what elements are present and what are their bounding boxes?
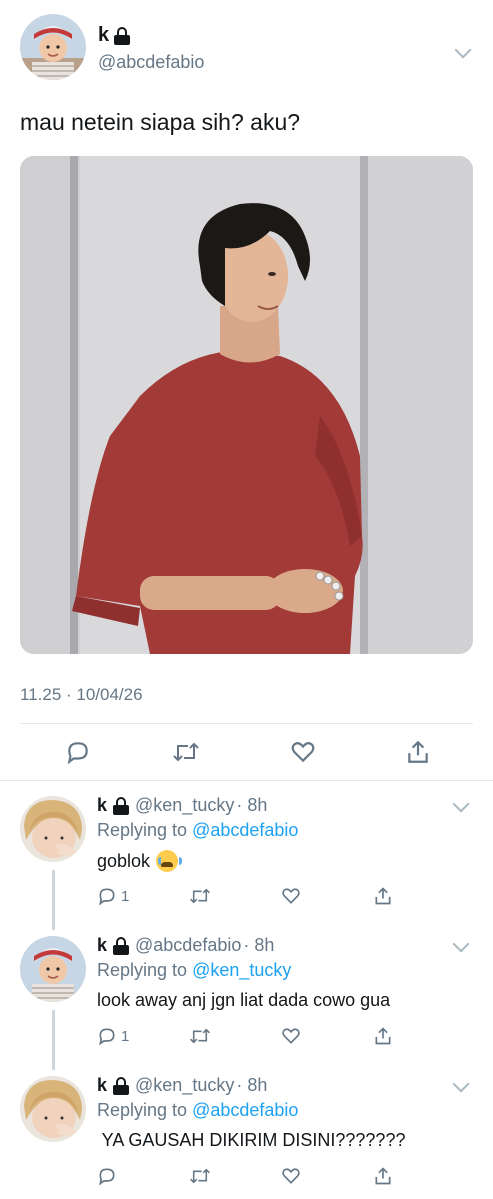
reply-text: goblok (97, 850, 183, 872)
reply-tweet[interactable]: k @ken_tucky · 8h Replying to @abcdefabi… (0, 1075, 493, 1196)
chevron-down-icon[interactable] (454, 41, 472, 59)
reply-actions: 1 (97, 884, 437, 908)
lock-icon (113, 936, 130, 955)
reply-header: k @ken_tucky · 8h (97, 1075, 267, 1096)
reply-icon (99, 888, 115, 906)
lock-icon (113, 796, 130, 815)
share-icon (375, 887, 391, 905)
reply-time: · 8h (236, 795, 268, 815)
reply-header: k @abcdefabio · 8h (97, 935, 274, 956)
divider (0, 780, 493, 781)
share-button[interactable] (373, 884, 393, 908)
loudly-crying-face-emoji (156, 850, 183, 872)
tweet-header: k @abcdefabio (20, 14, 475, 84)
username[interactable]: @ken_tucky (135, 795, 234, 816)
display-name[interactable]: k (97, 1075, 107, 1096)
retweet-icon[interactable] (166, 732, 206, 772)
reply-icon[interactable] (58, 732, 98, 772)
avatar[interactable] (20, 796, 86, 862)
share-button[interactable] (373, 1024, 393, 1048)
reply-text-content: goblok (97, 850, 151, 871)
retweet-icon (190, 1168, 210, 1184)
reply-time: · 8h (243, 935, 275, 955)
like-icon (282, 1028, 300, 1044)
chevron-down-icon[interactable] (452, 795, 470, 813)
reply-count: 1 (121, 887, 130, 905)
retweet-button[interactable] (189, 1024, 211, 1048)
reply-count: 1 (121, 1027, 130, 1045)
reply-tweet[interactable]: k @abcdefabio · 8h Replying to @ken_tuck… (0, 935, 493, 1056)
replying-to-label: Replying to (97, 1100, 188, 1120)
display-name[interactable]: k (97, 935, 107, 956)
reply-button[interactable] (97, 1164, 121, 1188)
like-button[interactable] (281, 884, 301, 908)
replying-to-label: Replying to (97, 820, 188, 840)
share-icon[interactable] (398, 732, 438, 772)
like-icon (282, 1168, 300, 1184)
divider (20, 723, 473, 724)
chevron-down-icon[interactable] (452, 1075, 470, 1093)
reply-button[interactable]: 1 (97, 1024, 129, 1048)
replying-to: Replying to @ken_tucky (97, 960, 291, 981)
retweet-icon (190, 888, 210, 904)
share-icon (375, 1027, 391, 1045)
reply-actions: 1 (97, 1024, 437, 1048)
replying-to: Replying to @abcdefabio (97, 1100, 298, 1121)
replying-to-label: Replying to (97, 960, 188, 980)
chevron-down-icon[interactable] (452, 935, 470, 953)
avatar[interactable] (20, 14, 86, 80)
reply-icon (99, 1168, 115, 1186)
display-name[interactable]: k (98, 24, 131, 47)
avatar[interactable] (20, 1076, 86, 1142)
tweet-timestamp[interactable]: 11.25 · 10/04/26 (20, 685, 143, 705)
reply-text-content: look away anj jgn liat dada cowo gua (97, 990, 391, 1010)
tweet-photo[interactable] (20, 156, 473, 654)
avatar[interactable] (20, 936, 86, 1002)
reply-time: · 8h (236, 1075, 268, 1095)
retweet-button[interactable] (189, 884, 211, 908)
retweet-icon (190, 1028, 210, 1044)
replying-to: Replying to @abcdefabio (97, 820, 298, 841)
reply-tweet[interactable]: k @ken_tucky · 8h Replying to @abcdefabi… (0, 795, 493, 916)
retweet-button[interactable] (189, 1164, 211, 1188)
reply-icon (99, 1028, 115, 1046)
display-name[interactable]: k (97, 795, 107, 816)
tweet-text: mau netein siapa sih? aku? (20, 109, 301, 135)
like-button[interactable] (281, 1164, 301, 1188)
reply-text: YA GAUSAH DIKIRIM DISINI??????? (97, 1130, 406, 1151)
username[interactable]: @abcdefabio (135, 935, 241, 956)
lock-icon (114, 26, 131, 45)
username[interactable]: @abcdefabio (98, 52, 204, 73)
mention-link[interactable]: @abcdefabio (192, 820, 298, 840)
like-button[interactable] (281, 1024, 301, 1048)
mention-link[interactable]: @ken_tucky (192, 960, 291, 980)
like-icon[interactable] (283, 732, 323, 772)
mention-link[interactable]: @abcdefabio (192, 1100, 298, 1120)
reply-header: k @ken_tucky · 8h (97, 795, 267, 816)
like-icon (282, 888, 300, 904)
share-icon (375, 1167, 391, 1185)
reply-text: look away anj jgn liat dada cowo gua (97, 990, 390, 1011)
reply-text-content: YA GAUSAH DIKIRIM DISINI??????? (97, 1130, 406, 1150)
lock-icon (113, 1076, 130, 1095)
display-name-text: k (98, 24, 110, 46)
username[interactable]: @ken_tucky (135, 1075, 234, 1096)
reply-actions (97, 1164, 437, 1188)
reply-button[interactable]: 1 (97, 884, 129, 908)
share-button[interactable] (373, 1164, 393, 1188)
tweet-actions (20, 732, 473, 772)
